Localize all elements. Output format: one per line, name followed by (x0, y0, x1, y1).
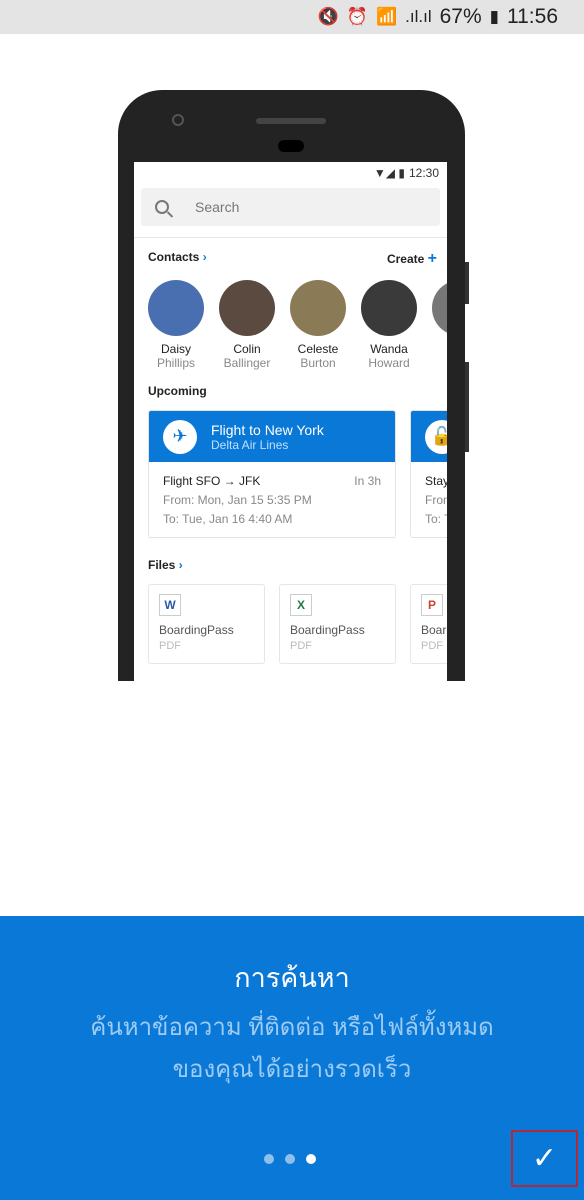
files-link[interactable]: Files › (148, 558, 183, 572)
file-ext: PDF (421, 640, 443, 652)
card-from: From: Mon, Jan 15 5:35 PM (163, 493, 312, 507)
file-name: Boar (421, 623, 447, 637)
battery-icon: ▮ (489, 7, 499, 26)
upcoming-card[interactable]: 🔓 Stay From To: T (410, 410, 447, 538)
contacts-list: Daisy Phillips Colin Ballinger Celeste Burton… (134, 280, 447, 370)
page-dot[interactable] (285, 1154, 295, 1164)
files-list: W BoardingPass PDF X BoardingPass PDF P Boar PDF (134, 584, 447, 664)
card-to: To: Tue, Jan 16 4:40 AM (163, 512, 293, 526)
done-button[interactable]: ✓ (511, 1130, 578, 1187)
file-name: BoardingPass (290, 623, 365, 637)
upcoming-card[interactable]: ✈ Flight to New York Delta Air Lines Flight… (148, 410, 396, 538)
file-ext: PDF (290, 640, 312, 652)
contact-first-name: Celeste (297, 342, 339, 356)
file-type-icon: X (290, 594, 312, 616)
phone-status-bar: ▼◢ ▮ 12:30 (134, 162, 447, 184)
panel-description-line2: ของคุณได้อย่างรวดเร็ว (172, 1056, 412, 1083)
page-dot[interactable] (264, 1154, 274, 1164)
camera (172, 114, 184, 126)
file-item[interactable]: P Boar PDF (410, 584, 447, 664)
contact-first-name: Daisy (160, 342, 191, 356)
contact-last-name: Su (432, 342, 447, 356)
contact-last-name: Howard (368, 356, 410, 370)
battery-level: 67% (439, 5, 482, 28)
card-title: Flight to New York (211, 421, 324, 438)
contacts-link[interactable]: Contacts › (148, 250, 207, 268)
divider (134, 237, 447, 238)
wifi-icon: 📶 (375, 7, 398, 26)
contact-item[interactable]: Celeste Burton (290, 280, 346, 370)
page-dot[interactable] (306, 1154, 316, 1164)
avatar (219, 280, 275, 336)
phone-button (465, 262, 469, 304)
create-label: Create (386, 252, 425, 266)
file-type-icon: P (421, 594, 443, 616)
file-ext: PDF (159, 640, 181, 652)
chevron-right-icon: › (178, 558, 183, 572)
lock-icon: 🔓 (425, 419, 447, 454)
contact-item[interactable]: Su (432, 280, 447, 370)
plus-icon: + (427, 250, 437, 267)
upcoming-list: ✈ Flight to New York Delta Air Lines Flight… (134, 410, 447, 538)
airplane-icon: ✈ (163, 419, 197, 454)
create-button[interactable]: Create + (387, 250, 437, 268)
search-icon (155, 200, 169, 214)
files-label: Files (148, 558, 176, 572)
search-input[interactable]: Search (141, 188, 440, 226)
search-placeholder: Search (195, 199, 240, 215)
phone-screen: ▼◢ ▮ 12:30 Search Contacts › Create + Dais… (134, 162, 447, 681)
file-type-icon: W (159, 594, 181, 616)
file-item[interactable]: X BoardingPass PDF (279, 584, 396, 664)
speaker (256, 118, 326, 124)
file-name: BoardingPass (159, 623, 234, 637)
contact-first-name: Colin (233, 342, 261, 356)
phone-button (465, 362, 469, 452)
onboarding-panel: การค้นหา ค้นหาข้อความ ที่ติดต่อ หรือไฟล์… (0, 916, 584, 1200)
contact-first-name: Wanda (370, 342, 408, 356)
avatar (290, 280, 346, 336)
avatar (432, 280, 447, 336)
panel-title: การค้นหา (234, 963, 350, 993)
sensor (278, 140, 304, 152)
avatar (148, 280, 204, 336)
chevron-right-icon: › (202, 250, 207, 264)
status-bar: 🔇 ⏰ 📶 .ıl.ıl 67% ▮ 11:56 (0, 0, 584, 34)
alarm-icon: ⏰ (346, 7, 368, 26)
background (0, 681, 584, 916)
card-to: To: T (425, 512, 447, 526)
card-route: Flight SFO → JFK (163, 474, 261, 488)
contact-item[interactable]: Wanda Howard (361, 280, 417, 370)
card-subtitle: Delta Air Lines (211, 437, 289, 452)
contacts-label: Contacts (148, 250, 200, 264)
contact-last-name: Burton (300, 356, 336, 370)
contact-item[interactable]: Colin Ballinger (219, 280, 275, 370)
file-item[interactable]: W BoardingPass PDF (148, 584, 265, 664)
avatar (361, 280, 417, 336)
contact-last-name: Phillips (156, 356, 195, 370)
clock: 11:56 (507, 5, 558, 28)
panel-description-line1: ค้นหาข้อความ ที่ติดต่อ หรือไฟล์ทั้งหมด (90, 1014, 494, 1041)
contact-item[interactable]: Daisy Phillips (148, 280, 204, 370)
wifi-icon: ▼◢ ▮ (373, 166, 405, 180)
card-route: Stay (425, 474, 447, 488)
phone-time: 12:30 (408, 166, 439, 180)
contact-last-name: Ballinger (223, 356, 271, 370)
mute-icon: 🔇 (317, 7, 339, 26)
signal-icon: .ıl.ıl (405, 7, 432, 26)
upcoming-label: Upcoming (148, 384, 207, 398)
check-icon: ✓ (531, 1142, 558, 1175)
card-eta: In 3h (354, 474, 381, 488)
page-indicator (264, 1154, 316, 1164)
card-from: From (425, 493, 447, 507)
